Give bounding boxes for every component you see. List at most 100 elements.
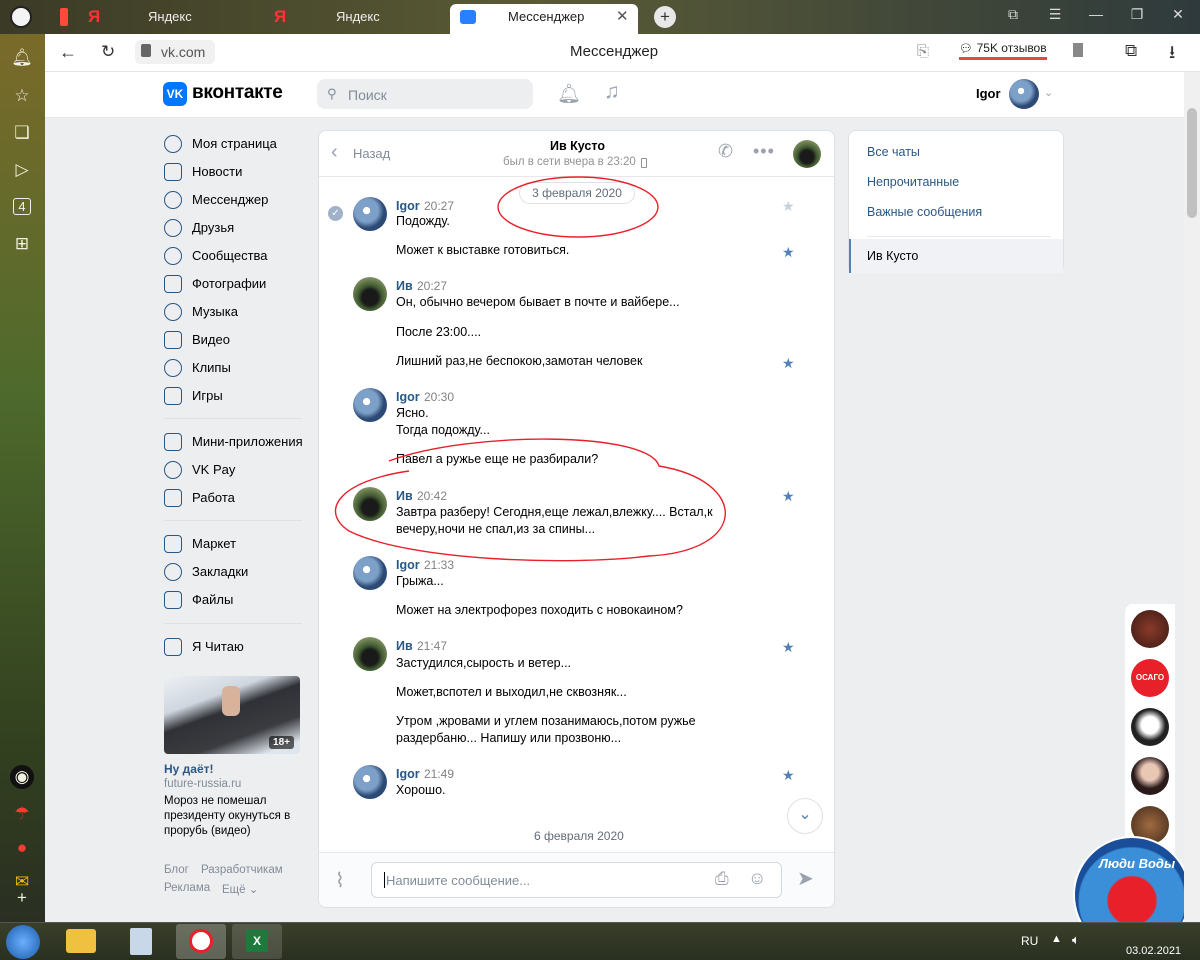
message-author[interactable]: Igor: [396, 390, 420, 404]
menu-messenger[interactable]: Мессенджер: [164, 189, 314, 211]
maps-pin-icon[interactable]: ●: [10, 836, 34, 860]
menu-ya-chitayu[interactable]: Я Читаю: [164, 636, 314, 658]
message-avatar[interactable]: [353, 277, 387, 311]
menu-friends[interactable]: Друзья: [164, 217, 314, 239]
menu-work[interactable]: Работа: [164, 487, 314, 509]
menu-video[interactable]: Видео: [164, 329, 314, 351]
menu-clips[interactable]: Клипы: [164, 357, 314, 379]
message-time[interactable]: 20:27: [424, 199, 454, 213]
minimize-icon[interactable]: —: [1085, 6, 1107, 22]
back-arrow-icon[interactable]: ←: [59, 42, 77, 63]
filter-unread[interactable]: Непрочитанные: [867, 175, 959, 189]
music-note-icon[interactable]: ♫: [604, 80, 620, 104]
message-time[interactable]: 20:27: [417, 279, 447, 293]
footer-link-more[interactable]: Ещё ⌄: [222, 882, 258, 896]
filter-important[interactable]: Важные сообщения: [867, 205, 982, 219]
restore-icon[interactable]: ❐: [1126, 6, 1148, 23]
menu-bookmarks[interactable]: Закладки: [164, 561, 314, 583]
menu-icon[interactable]: ☰: [1044, 6, 1066, 23]
ad-text[interactable]: Мороз не помешал президенту окунуться в …: [164, 794, 302, 839]
umbrella-icon[interactable]: ☂: [10, 802, 34, 826]
menu-market[interactable]: Маркет: [164, 533, 314, 555]
scroll-down-button[interactable]: ⌄: [787, 798, 823, 834]
alice-icon[interactable]: ◉: [10, 765, 34, 789]
excel-taskbar-icon[interactable]: X: [232, 924, 282, 959]
play-icon[interactable]: ▷: [10, 158, 34, 182]
header-avatar[interactable]: [1009, 79, 1039, 109]
footer-link-developers[interactable]: Разработчикам: [201, 864, 283, 876]
footer-link-blog[interactable]: Блог: [164, 864, 189, 876]
start-button[interactable]: [6, 925, 40, 959]
url-field[interactable]: vk.com: [135, 40, 215, 64]
scrollbar-thumb[interactable]: [1187, 108, 1197, 218]
send-icon[interactable]: ➤: [797, 866, 814, 891]
back-chevron-icon[interactable]: ‹: [331, 141, 338, 164]
close-tab-icon[interactable]: ✕: [616, 4, 629, 30]
message-author[interactable]: Ив: [396, 489, 413, 503]
language-indicator[interactable]: RU: [1021, 934, 1038, 948]
add-panel-icon[interactable]: +: [10, 886, 34, 910]
star-icon[interactable]: ★: [782, 356, 795, 370]
message-author[interactable]: Igor: [396, 199, 420, 213]
message-avatar[interactable]: [353, 556, 387, 590]
message-time[interactable]: 21:49: [424, 767, 454, 781]
tab-yandex-1[interactable]: Я Яндекс: [80, 4, 258, 34]
search-input[interactable]: ⚲ Поиск: [317, 79, 533, 109]
menu-files[interactable]: Файлы: [164, 589, 314, 611]
message-avatar[interactable]: [353, 487, 387, 521]
bell-icon[interactable]: 🔔︎: [10, 46, 34, 70]
reload-icon[interactable]: ↻: [101, 42, 115, 62]
active-chat-item[interactable]: Ив Кусто: [849, 239, 1063, 273]
star-icon[interactable]: ★: [782, 489, 795, 503]
message-time[interactable]: 20:42: [417, 489, 447, 503]
friend-avatar[interactable]: [1131, 708, 1169, 746]
header-contact-avatar[interactable]: [793, 140, 821, 168]
paperclip-icon[interactable]: ⌇: [335, 868, 345, 893]
yandex-taskbar-icon[interactable]: [176, 924, 226, 959]
yandex-browser-logo[interactable]: [10, 6, 32, 28]
calculator-taskbar-icon[interactable]: [130, 928, 152, 955]
pinned-tab-icon[interactable]: [60, 8, 68, 26]
notifications-bell-icon[interactable]: 🔔︎: [557, 82, 581, 106]
message-author[interactable]: Igor: [396, 767, 420, 781]
friend-avatar-osago[interactable]: ОСАГО: [1131, 659, 1169, 697]
message-avatar[interactable]: [353, 388, 387, 422]
menu-my-page[interactable]: Моя страница: [164, 133, 314, 155]
vk-logo-text[interactable]: вконтакте: [192, 82, 283, 104]
menu-games[interactable]: Игры: [164, 385, 314, 407]
counter-icon[interactable]: 4: [10, 195, 34, 219]
header-user-name[interactable]: Igor: [976, 86, 1001, 101]
new-tab-button[interactable]: +: [654, 6, 676, 28]
message-avatar[interactable]: [353, 637, 387, 671]
message-time[interactable]: 21:47: [417, 639, 447, 653]
back-button[interactable]: Назад: [353, 146, 390, 161]
vk-logo-mark[interactable]: VK: [163, 82, 187, 106]
tray-arrow-icon[interactable]: ▲: [1051, 933, 1062, 945]
clock-date[interactable]: 03.02.2021: [1126, 945, 1181, 957]
download-icon[interactable]: ⭳: [1169, 40, 1175, 70]
filter-all-chats[interactable]: Все чаты: [867, 145, 920, 159]
message-author[interactable]: Igor: [396, 558, 420, 572]
menu-communities[interactable]: Сообщества: [164, 245, 314, 267]
emoji-icon[interactable]: ☺: [748, 868, 766, 889]
page-scrollbar[interactable]: [1184, 72, 1200, 922]
close-window-icon[interactable]: ✕: [1167, 6, 1189, 23]
message-avatar[interactable]: [353, 197, 387, 231]
message-author[interactable]: Ив: [396, 279, 413, 293]
volume-icon[interactable]: 🔈︎: [1072, 932, 1080, 948]
camera-icon[interactable]: ⎙: [715, 869, 729, 889]
apps-grid-icon[interactable]: ⊞: [10, 232, 34, 256]
friend-avatar[interactable]: [1131, 757, 1169, 795]
star-icon[interactable]: ☆: [10, 84, 34, 108]
message-time[interactable]: 21:33: [424, 558, 454, 572]
menu-vk-pay[interactable]: VK Pay: [164, 459, 314, 481]
phone-icon[interactable]: ✆: [718, 141, 733, 162]
tab-messenger[interactable]: Мессенджер ✕: [450, 4, 638, 34]
tab-manager-icon[interactable]: ⧉: [1002, 6, 1024, 23]
star-icon[interactable]: ★: [782, 768, 795, 782]
contact-name[interactable]: Ив Кусто: [550, 139, 605, 153]
menu-mini-apps[interactable]: Мини-приложения: [164, 431, 314, 453]
message-author[interactable]: Ив: [396, 639, 413, 653]
collections-icon[interactable]: ❏: [10, 121, 34, 145]
chevron-down-icon[interactable]: ⌄: [1044, 86, 1053, 99]
